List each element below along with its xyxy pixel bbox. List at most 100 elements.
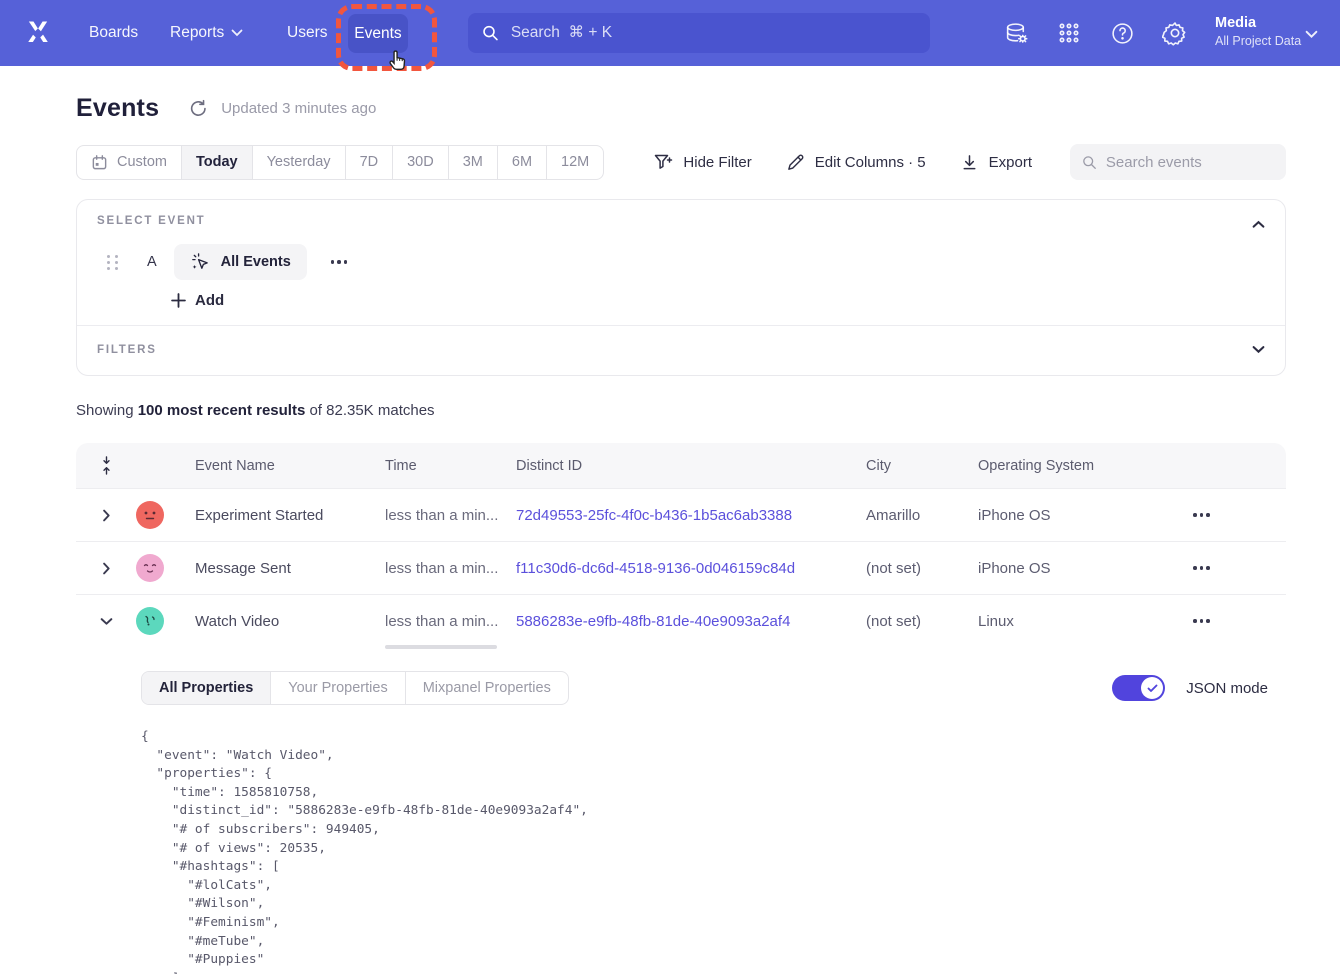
json-mode-toggle[interactable]: [1112, 675, 1165, 701]
date-option-12m[interactable]: 12M: [546, 146, 603, 179]
nav-item-label: Users: [287, 24, 327, 42]
plus-icon: [171, 293, 186, 308]
os-cell: iPhone OS: [978, 507, 1180, 524]
search-events-field[interactable]: [1070, 144, 1286, 180]
row-actions-button[interactable]: [1187, 507, 1216, 523]
date-option-today[interactable]: Today: [181, 146, 252, 179]
time-cell: less than a min...: [385, 613, 516, 630]
table-row-expanded[interactable]: Watch Video less than a min... 5886283e-…: [76, 594, 1286, 647]
column-header-city[interactable]: City: [866, 458, 978, 474]
city-cell: (not set): [866, 560, 978, 577]
avatar: [136, 554, 164, 582]
export-button[interactable]: Export: [960, 153, 1032, 172]
nav-item-events[interactable]: Events: [348, 14, 408, 53]
events-table: Event Name Time Distinct ID City Operati…: [76, 443, 1286, 974]
table-toolbar: Hide Filter Edit Columns · 5 Export: [619, 144, 1286, 180]
nav-item-label: Events: [354, 25, 401, 43]
table-row[interactable]: Message Sent less than a min... f11c30d6…: [76, 541, 1286, 594]
chevron-up-icon[interactable]: [1248, 212, 1269, 238]
chevron-right-icon[interactable]: [98, 505, 115, 526]
time-cell: less than a min...: [385, 560, 516, 577]
selected-event-name: All Events: [221, 254, 291, 270]
json-mode-label: JSON mode: [1186, 680, 1268, 697]
search-icon: [1082, 154, 1097, 171]
tab-all-properties[interactable]: All Properties: [142, 672, 270, 704]
date-option-3m[interactable]: 3M: [448, 146, 497, 179]
horizontal-scrollbar-thumb[interactable]: [385, 645, 497, 649]
edit-columns-button[interactable]: Edit Columns · 5: [786, 153, 926, 172]
date-option-label: Custom: [117, 154, 167, 170]
event-name-cell: Watch Video: [195, 613, 385, 630]
row-actions-button[interactable]: [1187, 560, 1216, 576]
event-name-cell: Message Sent: [195, 560, 385, 577]
column-header-os[interactable]: Operating System: [978, 458, 1180, 474]
spark-cursor-icon: [190, 252, 211, 273]
date-option-yesterday[interactable]: Yesterday: [252, 146, 345, 179]
city-cell: (not set): [866, 613, 978, 630]
add-event-button[interactable]: Add: [171, 292, 1265, 309]
os-cell: Linux: [978, 613, 1180, 630]
event-more-options-button[interactable]: [325, 254, 354, 270]
nav-item-users[interactable]: Users: [287, 0, 327, 66]
data-management-icon[interactable]: [1003, 20, 1029, 46]
calendar-icon: [91, 154, 108, 171]
event-name-cell: Experiment Started: [195, 507, 385, 524]
page-title: Events: [76, 94, 159, 123]
help-icon[interactable]: [1109, 20, 1135, 46]
event-json-viewer[interactable]: { "event": "Watch Video", "properties": …: [141, 728, 1268, 974]
nav-item-boards[interactable]: Boards: [89, 0, 138, 66]
search-icon: [482, 24, 499, 42]
pencil-icon: [786, 153, 805, 172]
date-option-7d[interactable]: 7D: [345, 146, 393, 179]
chevron-down-icon[interactable]: [1252, 341, 1265, 359]
chevron-right-icon[interactable]: [98, 558, 115, 579]
chevron-down-icon[interactable]: [96, 613, 117, 630]
chevron-down-icon[interactable]: [1305, 26, 1318, 44]
event-detail-panel: All Properties Your Properties Mixpanel …: [76, 647, 1286, 974]
column-header-event-name[interactable]: Event Name: [195, 458, 385, 474]
search-events-input[interactable]: [1106, 154, 1274, 171]
avatar: [136, 501, 164, 529]
page: X Boards Reports Users Events: [0, 0, 1340, 974]
query-builder-card: SELECT EVENT A All Events: [76, 199, 1286, 376]
download-icon: [960, 153, 979, 172]
date-option-6m[interactable]: 6M: [497, 146, 546, 179]
tab-your-properties[interactable]: Your Properties: [270, 672, 404, 704]
date-option-30d[interactable]: 30D: [392, 146, 448, 179]
apps-grid-icon[interactable]: [1056, 20, 1082, 46]
properties-tabs: All Properties Your Properties Mixpanel …: [141, 671, 569, 705]
drag-handle[interactable]: [103, 251, 123, 274]
avatar: [136, 607, 164, 635]
column-header-distinct-id[interactable]: Distinct ID: [516, 458, 866, 474]
distinct-id-link[interactable]: 72d49553-25fc-4f0c-b436-1b5ac6ab3388: [516, 507, 792, 524]
date-option-custom[interactable]: Custom: [77, 146, 181, 179]
event-selector-button[interactable]: All Events: [174, 244, 307, 280]
check-icon: [1147, 684, 1158, 693]
distinct-id-link[interactable]: f11c30d6-dc6d-4518-9136-0d046159c84d: [516, 560, 795, 577]
row-actions-button[interactable]: [1187, 613, 1216, 629]
global-search-input[interactable]: [511, 24, 916, 42]
table-row[interactable]: Experiment Started less than a min... 72…: [76, 488, 1286, 541]
column-header-time[interactable]: Time: [385, 458, 516, 474]
hide-filter-button[interactable]: Hide Filter: [653, 152, 751, 172]
filters-label: FILTERS: [97, 344, 157, 356]
mixpanel-logo-icon[interactable]: X: [22, 17, 54, 49]
global-search[interactable]: [468, 13, 930, 53]
chevron-down-icon: [231, 29, 243, 37]
project-scope: All Project Data: [1215, 34, 1301, 48]
nav-item-reports[interactable]: Reports: [170, 0, 243, 66]
refresh-icon[interactable]: [189, 99, 208, 118]
toggle-knob: [1141, 677, 1163, 699]
event-row-letter: A: [147, 254, 157, 270]
project-selector[interactable]: Media All Project Data: [1215, 15, 1301, 48]
settings-gear-icon[interactable]: [1162, 20, 1188, 46]
project-name: Media: [1215, 15, 1301, 31]
filters-section-toggle[interactable]: FILTERS: [77, 326, 1285, 375]
distinct-id-link[interactable]: 5886283e-e9fb-48fb-81de-40e9093a2af4: [516, 613, 790, 630]
last-updated-text: Updated 3 minutes ago: [221, 100, 376, 117]
tab-mixpanel-properties[interactable]: Mixpanel Properties: [405, 672, 568, 704]
city-cell: Amarillo: [866, 507, 978, 524]
os-cell: iPhone OS: [978, 560, 1180, 577]
expand-collapse-all-icon[interactable]: [100, 456, 113, 475]
results-summary: Showing 100 most recent results of 82.35…: [76, 402, 1286, 419]
